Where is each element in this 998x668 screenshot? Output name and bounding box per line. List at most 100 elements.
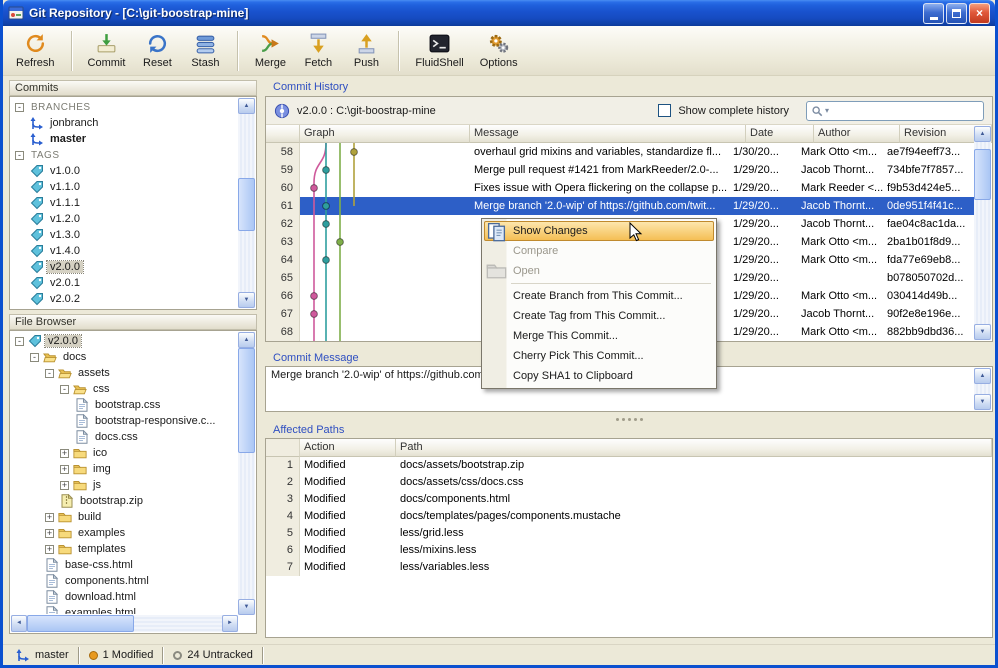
toolbar-options-button[interactable]: Options [473,28,525,74]
menu-item-compare[interactable]: Compare [484,241,714,261]
search-input[interactable] [831,104,979,117]
collapse-icon[interactable]: - [45,368,54,378]
scroll-thumb[interactable] [238,348,255,454]
menu-item-cherry-pick-this-commit[interactable]: Cherry Pick This Commit... [484,346,714,366]
commits-scrollbar[interactable]: ▲ ▼ [238,98,255,308]
affected-path-row-2[interactable]: 2 Modified docs/assets/css/docs.css [266,474,992,491]
tree-item-tags[interactable]: - TAGS [12,147,237,163]
affected-path-row-6[interactable]: 6 Modified less/mixins.less [266,542,992,559]
toolbar-stash-button[interactable]: Stash [182,28,228,74]
commit-row-60[interactable]: 60 Fixes issue with Opera flickering on t… [266,179,975,197]
history-scrollbar[interactable]: ▲ ▼ [974,126,991,340]
collapse-icon[interactable]: - [60,384,69,394]
scroll-right-icon[interactable]: ► [222,615,238,632]
splitter-message-paths[interactable] [265,415,993,423]
tree-item-download-html[interactable]: download.html [12,589,237,605]
scroll-up-icon[interactable]: ▲ [974,126,991,142]
file-browser-vscrollbar[interactable]: ▲ ▼ [238,332,255,615]
close-button[interactable]: × [969,2,990,24]
tree-item-v2-0-1[interactable]: v2.0.1 [12,275,237,291]
tree-item-v2-0-0[interactable]: - v2.0.0 [12,333,237,349]
tree-item-ico[interactable]: + ico [12,445,237,461]
tree-item-templates[interactable]: + templates [12,541,237,557]
toolbar-refresh-button[interactable]: Refresh [9,28,62,74]
tree-item-v2-0-0[interactable]: v2.0.0 [12,259,237,275]
tree-item-docs-css[interactable]: docs.css [12,429,237,445]
tree-item-v2-0-2[interactable]: v2.0.2 [12,291,237,307]
toolbar-commit-button[interactable]: Commit [81,28,133,74]
menu-item-show-changes[interactable]: Show Changes [484,221,714,241]
scroll-up-icon[interactable]: ▲ [238,98,255,114]
menu-item-open[interactable]: Open [484,261,714,281]
scroll-thumb[interactable] [27,615,135,632]
commit-row-58[interactable]: 58 overhaul grid mixins and variables, st… [266,143,975,161]
affected-path-row-3[interactable]: 3 Modified docs/components.html [266,491,992,508]
tree-item-bootstrap-css[interactable]: bootstrap.css [12,397,237,413]
tree-item-build[interactable]: + build [12,509,237,525]
scroll-track[interactable] [974,384,991,394]
column-header-action[interactable]: Action [300,439,396,457]
tree-item-v1-4-0[interactable]: v1.4.0 [12,243,237,259]
tree-item-css[interactable]: - css [12,381,237,397]
commit-row-59[interactable]: 59 Merge pull request #1421 from MarkReed… [266,161,975,179]
affected-path-row-1[interactable]: 1 Modified docs/assets/bootstrap.zip [266,457,992,474]
menu-item-merge-this-commit[interactable]: Merge This Commit... [484,326,714,346]
minimize-button[interactable] [923,2,944,24]
tree-item-js[interactable]: + js [12,477,237,493]
scroll-track[interactable] [974,142,991,324]
column-header-rownum[interactable] [266,439,300,457]
tree-item-v1-0-0[interactable]: v1.0.0 [12,163,237,179]
scroll-thumb[interactable] [238,178,255,232]
maximize-button[interactable] [946,2,967,24]
commit-row-61[interactable]: 61 Merge branch '2.0-wip' of https://gith… [266,197,975,215]
tree-item-jonbranch[interactable]: jonbranch [12,115,237,131]
expand-icon[interactable]: + [60,464,69,474]
column-header-date[interactable]: Date [746,125,814,143]
scroll-track[interactable] [238,348,255,599]
tree-item-master[interactable]: master [12,131,237,147]
expand-icon[interactable]: + [45,544,54,554]
scroll-down-icon[interactable]: ▼ [974,324,991,340]
tree-item-img[interactable]: + img [12,461,237,477]
toolbar-push-button[interactable]: Push [343,28,389,74]
scroll-down-icon[interactable]: ▼ [238,599,255,615]
history-column-headers[interactable]: Graph Message Date Author Revision [266,125,992,143]
tree-item-assets[interactable]: - assets [12,365,237,381]
expand-icon[interactable]: + [45,512,54,522]
tree-item-branches[interactable]: - BRANCHES [12,99,237,115]
toolbar-fluidshell-button[interactable]: FluidShell [408,28,470,74]
search-dropdown-icon[interactable]: ▾ [825,106,829,115]
scroll-thumb[interactable] [974,149,991,201]
toolbar-fetch-button[interactable]: Fetch [295,28,341,74]
toolbar-merge-button[interactable]: Merge [247,28,293,74]
column-header-rownum[interactable] [266,125,300,143]
scroll-up-icon[interactable]: ▲ [238,332,255,348]
column-header-path[interactable]: Path [396,439,992,457]
column-header-author[interactable]: Author [814,125,900,143]
titlebar[interactable]: Git Repository - [C:\git-boostrap-mine] … [3,0,995,26]
expand-icon[interactable]: + [60,480,69,490]
menu-item-create-branch-from-this-commit[interactable]: Create Branch from This Commit... [484,286,714,306]
show-complete-history-checkbox[interactable] [658,104,672,117]
tree-item-base-css-html[interactable]: base-css.html [12,557,237,573]
collapse-icon[interactable]: - [15,102,24,112]
tree-item-v1-1-1[interactable]: v1.1.1 [12,195,237,211]
tree-item-v1-1-0[interactable]: v1.1.0 [12,179,237,195]
commit-message-scrollbar[interactable]: ▲ ▼ [974,368,991,410]
affected-paths-headers[interactable]: Action Path [266,439,992,457]
scroll-track[interactable] [27,615,222,632]
scroll-left-icon[interactable]: ◄ [11,615,27,632]
menu-item-copy-sha1-to-clipboard[interactable]: Copy SHA1 to Clipboard [484,366,714,386]
column-header-message[interactable]: Message [470,125,746,143]
tree-item-docs[interactable]: - docs [12,349,237,365]
menu-item-create-tag-from-this-commit[interactable]: Create Tag from This Commit... [484,306,714,326]
tree-item-bootstrap-responsive-c[interactable]: bootstrap-responsive.c... [12,413,237,429]
affected-path-row-4[interactable]: 4 Modified docs/templates/pages/components… [266,508,992,525]
scroll-down-icon[interactable]: ▼ [238,292,255,308]
expand-icon[interactable]: + [60,448,69,458]
tree-item-bootstrap-zip[interactable]: bootstrap.zip [12,493,237,509]
scroll-up-icon[interactable]: ▲ [974,368,991,384]
affected-path-row-7[interactable]: 7 Modified less/variables.less [266,559,992,576]
collapse-icon[interactable]: - [30,352,39,362]
tree-item-v1-3-0[interactable]: v1.3.0 [12,227,237,243]
